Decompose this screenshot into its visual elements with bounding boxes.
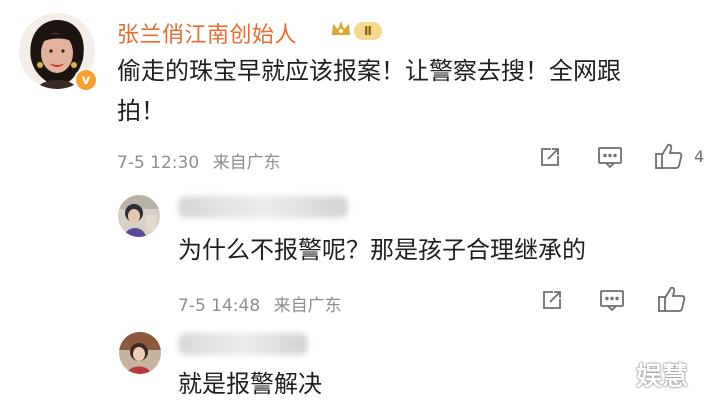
comment-location: 来自广东	[212, 153, 281, 173]
blurred-username	[178, 196, 348, 218]
comment-time: 7-5 14:48	[178, 296, 261, 316]
comment-text-line: 拍！	[117, 97, 165, 125]
crown-icon	[330, 18, 352, 44]
verified-icon: v	[74, 68, 98, 92]
comment-location: 来自广东	[273, 296, 342, 316]
avatar[interactable]	[118, 195, 160, 237]
share-icon[interactable]	[538, 145, 562, 173]
comment-author-name[interactable]: 张兰俏江南创始人	[117, 17, 297, 49]
comment-icon[interactable]	[599, 288, 625, 316]
share-icon[interactable]	[540, 288, 564, 316]
comment-text-line: 偷走的珠宝早就应该报案！让警察去搜！全网跟	[117, 57, 621, 85]
thumbs-up-icon[interactable]	[657, 285, 687, 317]
like-count: 4	[694, 147, 705, 166]
comment-text: 偷走的珠宝早就应该报案！让警察去搜！全网跟 拍！	[117, 51, 697, 131]
avatar[interactable]	[119, 332, 161, 374]
comment-text: 就是报警解决	[178, 370, 322, 398]
comment-text: 为什么不报警呢？那是孩子合理继承的	[178, 236, 586, 264]
level-badge-text: Ⅱ	[364, 24, 372, 38]
thumbs-up-icon[interactable]	[654, 142, 684, 174]
blurred-username	[178, 333, 308, 355]
comment-icon[interactable]	[597, 145, 623, 173]
watermark: 娱慧	[636, 362, 689, 392]
comment-time: 7-5 12:30	[117, 153, 200, 173]
comment-meta: 7-5 12:30 来自广东	[117, 148, 281, 173]
level-badge: Ⅱ	[354, 22, 382, 40]
comment-meta: 7-5 14:48 来自广东	[178, 291, 342, 316]
